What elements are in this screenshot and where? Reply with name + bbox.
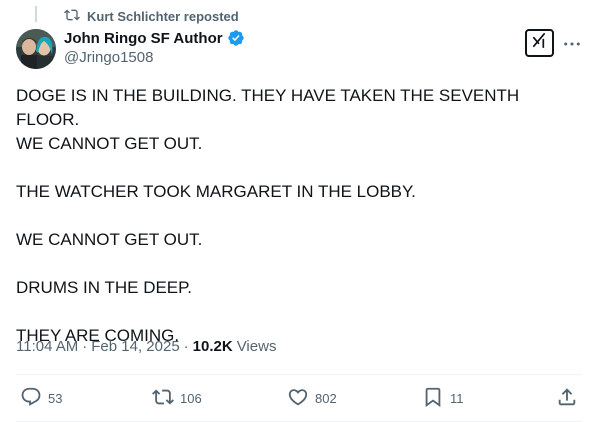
repost-icon xyxy=(152,386,174,411)
verified-badge-icon[interactable] xyxy=(227,29,245,47)
bookmark-count: 11 xyxy=(450,390,464,406)
tweet-line: DOGE IS IN THE BUILDING. THEY HAVE TAKEN… xyxy=(16,86,520,129)
tweet-line: WE CANNOT GET OUT. xyxy=(16,134,203,153)
repost-icon xyxy=(64,7,80,26)
tweet-line: WE CANNOT GET OUT. xyxy=(16,230,203,249)
bookmark-icon xyxy=(422,386,444,411)
reply-icon xyxy=(20,386,42,411)
tweet-date[interactable]: Feb 14, 2025 xyxy=(91,338,179,355)
author-avatar[interactable] xyxy=(16,29,56,69)
tweet-text: DOGE IS IN THE BUILDING. THEY HAVE TAKEN… xyxy=(16,84,582,348)
reply-button[interactable]: 53 xyxy=(20,386,62,410)
repost-label[interactable]: Kurt Schlichter reposted xyxy=(87,9,239,24)
more-options-button[interactable] xyxy=(562,33,582,53)
bookmark-button[interactable]: 11 xyxy=(422,386,464,410)
repost-button[interactable]: 106 xyxy=(152,386,202,410)
author-display-name[interactable]: John Ringo SF Author xyxy=(64,30,223,47)
like-button[interactable]: 802 xyxy=(287,386,337,410)
views-count[interactable]: 10.2K xyxy=(193,338,233,355)
share-button[interactable] xyxy=(556,386,578,410)
grok-button[interactable] xyxy=(525,29,554,57)
repost-count: 106 xyxy=(180,390,202,406)
tweet-time[interactable]: 11:04 AM xyxy=(16,338,78,355)
meta-separator: · xyxy=(82,338,88,355)
tweet-line: DRUMS IN THE DEEP. xyxy=(16,278,193,297)
author-handle[interactable]: @Jringo1508 xyxy=(64,49,245,66)
heart-icon xyxy=(287,386,309,411)
views-label: Views xyxy=(236,338,277,355)
action-bar: 53 106 802 11 xyxy=(16,386,582,410)
like-count: 802 xyxy=(315,390,337,406)
meta-separator: · xyxy=(183,338,189,355)
author-info: John Ringo SF Author @Jringo1508 xyxy=(64,28,245,66)
tweet-line: THE WATCHER TOOK MARGARET IN THE LOBBY. xyxy=(16,182,416,201)
thread-connector-line xyxy=(35,6,37,22)
share-icon xyxy=(556,386,578,411)
grok-icon xyxy=(530,31,549,55)
more-dots-icon xyxy=(563,34,581,52)
divider xyxy=(16,374,582,375)
tweet-meta: 11:04 AM · Feb 14, 2025 · 10.2K Views xyxy=(16,338,276,355)
reply-count: 53 xyxy=(48,390,63,406)
repost-indicator: Kurt Schlichter reposted xyxy=(64,8,239,25)
